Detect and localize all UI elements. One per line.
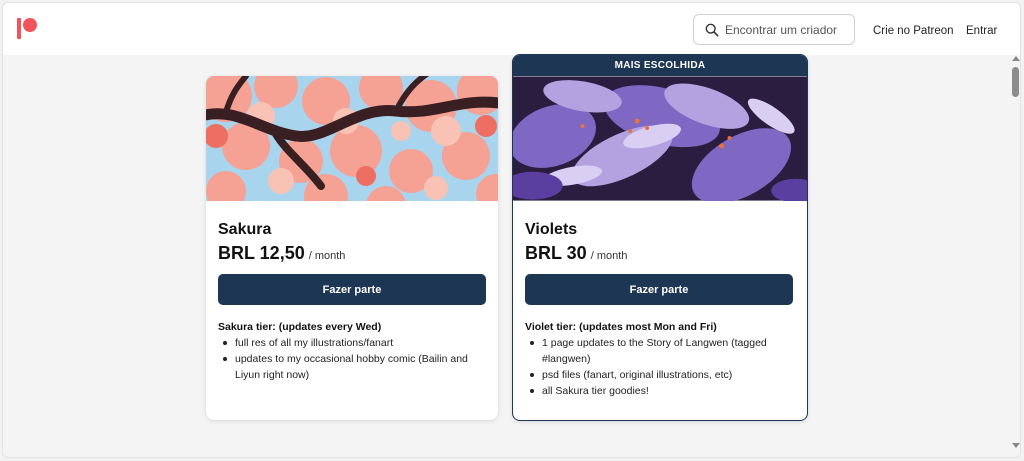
join-button-violets[interactable]: Fazer parte bbox=[525, 274, 793, 305]
tier-description-title: Sakura tier: (updates every Wed) bbox=[218, 321, 382, 333]
vertical-scrollbar[interactable] bbox=[1009, 55, 1020, 457]
tier-card-sakura: Sakura BRL 12,50 / month Fazer parte Sak… bbox=[206, 76, 498, 420]
scrollbar-thumb[interactable] bbox=[1012, 67, 1019, 97]
benefit-item: psd files (fanart, original illustration… bbox=[525, 367, 795, 383]
benefit-item: full res of all my illustrations/fanart bbox=[218, 335, 486, 351]
search-box[interactable] bbox=[693, 14, 855, 45]
violet-flowers-image bbox=[513, 76, 807, 201]
search-input[interactable] bbox=[725, 22, 845, 37]
benefit-item: 1 page updates to the Story of Langwen (… bbox=[525, 335, 795, 367]
top-navigation-bar: Crie no Patreon Entrar bbox=[3, 3, 1020, 55]
tier-description-title: Violet tier: (updates most Mon and Fri) bbox=[525, 321, 717, 333]
login-link[interactable]: Entrar bbox=[966, 25, 997, 37]
tier-card-violets: MAIS ESCOLHIDA Violets BRL 30 / month Fa… bbox=[512, 54, 808, 421]
tier-price: BRL 12,50 bbox=[218, 243, 305, 263]
cherry-blossom-image bbox=[206, 76, 498, 201]
price-period: / month bbox=[308, 250, 346, 262]
tier-name: Violets bbox=[525, 221, 578, 238]
search-icon bbox=[705, 23, 719, 36]
benefit-list: full res of all my illustrations/fanart … bbox=[218, 335, 486, 383]
most-chosen-badge: MAIS ESCOLHIDA bbox=[513, 55, 807, 76]
tier-price: BRL 30 bbox=[525, 243, 587, 263]
benefit-list: 1 page updates to the Story of Langwen (… bbox=[525, 335, 795, 399]
scroll-down-arrow-icon[interactable] bbox=[1012, 443, 1020, 448]
price-period: / month bbox=[590, 250, 628, 262]
patreon-logo-icon[interactable] bbox=[17, 18, 39, 40]
benefit-item: updates to my occasional hobby comic (Ba… bbox=[218, 351, 486, 383]
tier-name: Sakura bbox=[218, 221, 272, 238]
benefit-item: all Sakura tier goodies! bbox=[525, 383, 795, 399]
create-on-patreon-link[interactable]: Crie no Patreon bbox=[873, 25, 954, 37]
scroll-up-arrow-icon[interactable] bbox=[1012, 56, 1020, 61]
join-button-sakura[interactable]: Fazer parte bbox=[218, 274, 486, 305]
browser-viewport: Crie no Patreon Entrar bbox=[2, 2, 1021, 458]
